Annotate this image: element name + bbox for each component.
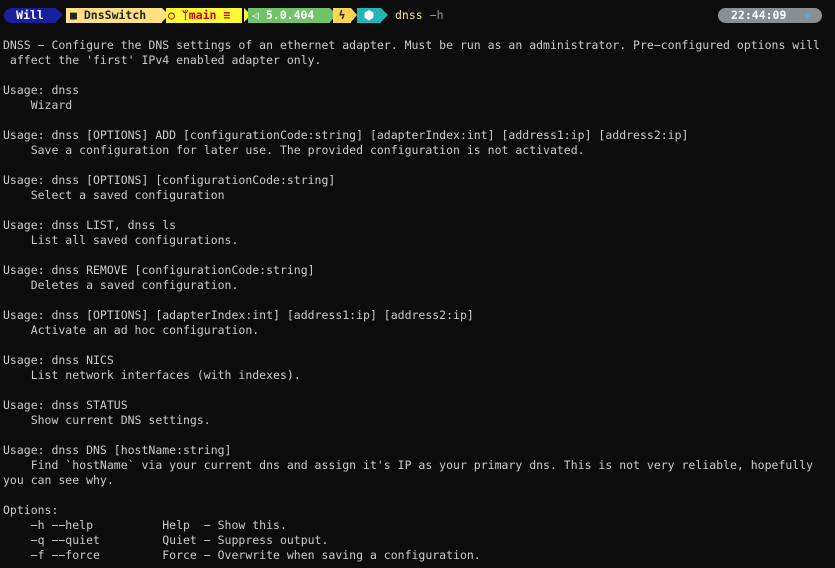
output-line: you can see why. bbox=[3, 473, 114, 487]
clock-time: 22:44:09 bbox=[731, 8, 787, 22]
terminal-output: DNSS − Configure the DNS settings of an … bbox=[3, 38, 833, 563]
node-icon: ⬢ bbox=[357, 8, 381, 23]
prompt-user: Will bbox=[4, 8, 56, 23]
clock-segment: 22:44:09 ◆ bbox=[718, 8, 822, 23]
prompt-bar: Will ■ DnsSwitch ○ ᛘmain ≡ ◁ 5.0.404 ϟ ⬢… bbox=[0, 8, 835, 23]
output-line: −q −−quiet Quiet − Suppress output. bbox=[3, 533, 329, 547]
output-line: Find `hostName` via your current dns and… bbox=[3, 458, 814, 472]
output-line: Options: bbox=[3, 503, 59, 517]
segment-separator bbox=[381, 8, 388, 22]
clock-icon: ◆ bbox=[803, 10, 810, 21]
output-line: Usage: dnss LIST, dnss ls bbox=[3, 218, 177, 232]
output-line: Usage: dnss [OPTIONS] ADD [configuration… bbox=[3, 128, 689, 142]
output-line: Save a configuration for later use. The … bbox=[3, 143, 585, 157]
command-input[interactable]: dnss −h bbox=[395, 8, 444, 23]
segment-separator bbox=[56, 8, 63, 22]
output-line: DNSS − Configure the DNS settings of an … bbox=[3, 38, 820, 52]
output-line: List network interfaces (with indexes). bbox=[3, 368, 301, 382]
dotnet-version: 5.0.404 bbox=[265, 8, 315, 22]
output-line: −h −−help Help − Show this. bbox=[3, 518, 287, 532]
output-line: Activate an ad hoc configuration. bbox=[3, 323, 260, 337]
github-icon: ○ bbox=[168, 8, 175, 22]
output-line: Deletes a saved configuration. bbox=[3, 278, 239, 292]
output-line: Usage: dnss REMOVE [configurationCode:st… bbox=[3, 263, 315, 277]
prompt-dotnet: ◁ 5.0.404 bbox=[248, 8, 330, 23]
folder-name: DnsSwitch bbox=[83, 8, 147, 22]
output-line: Wizard bbox=[3, 98, 73, 112]
output-line: Usage: dnss NICS bbox=[3, 353, 114, 367]
branch-icon: ᛘ bbox=[181, 8, 189, 22]
command-name: dnss bbox=[395, 8, 423, 22]
output-line: Usage: dnss DNS [hostName:string] bbox=[3, 443, 232, 457]
output-line: Usage: dnss [OPTIONS] [configurationCode… bbox=[3, 173, 336, 187]
bolt-icon: ϟ bbox=[333, 8, 351, 23]
output-line: Select a saved configuration bbox=[3, 188, 225, 202]
prompt-git: ○ ᛘmain ≡ bbox=[166, 8, 242, 23]
output-line: Show current DNS settings. bbox=[3, 413, 211, 427]
output-line: Usage: dnss STATUS bbox=[3, 398, 128, 412]
branch-name: main bbox=[188, 8, 217, 22]
branch-status: ≡ bbox=[223, 8, 231, 22]
prompt-path: ■ DnsSwitch bbox=[66, 8, 162, 23]
dotnet-icon: ◁ bbox=[252, 8, 259, 22]
output-line: −f −−force Force − Overwrite when saving… bbox=[3, 548, 481, 562]
output-line: List all saved configurations. bbox=[3, 233, 239, 247]
output-line: Usage: dnss bbox=[3, 83, 80, 97]
folder-icon: ■ bbox=[70, 8, 77, 22]
output-line: Usage: dnss [OPTIONS] [adapterIndex:int]… bbox=[3, 308, 474, 322]
command-flag: −h bbox=[429, 8, 444, 22]
output-line: affect the 'first' IPv4 enabled adapter … bbox=[3, 53, 322, 67]
